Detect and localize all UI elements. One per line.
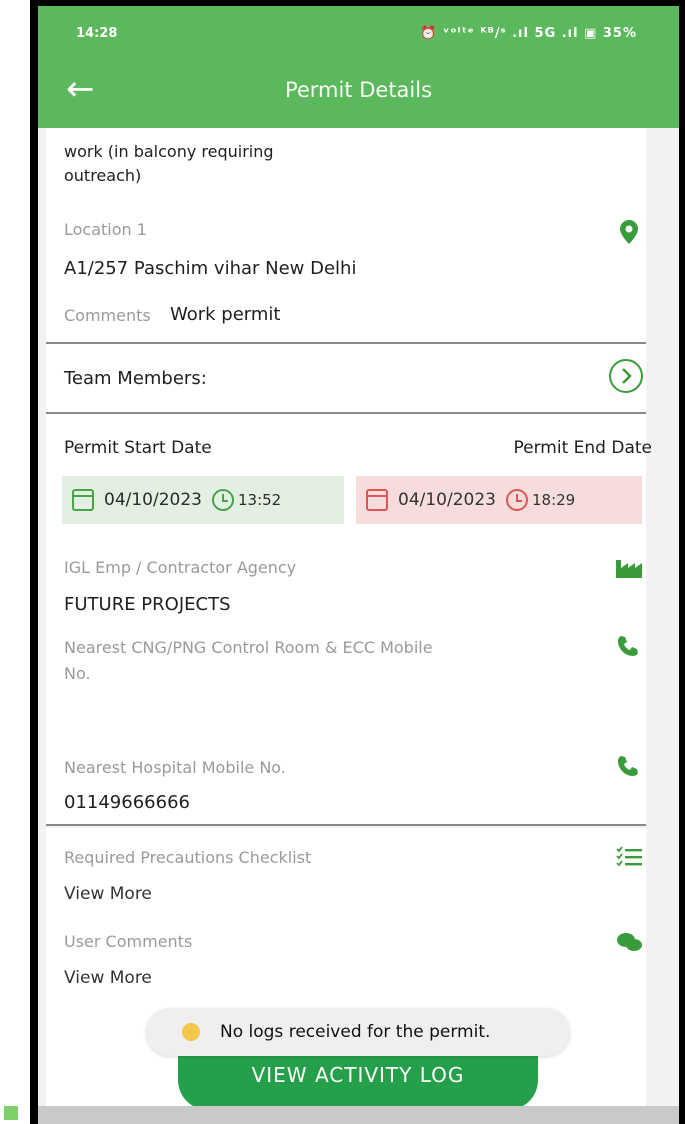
location-value: A1/257 Paschim vihar New Delhi — [64, 258, 357, 279]
phone-screen: 14:28 ⏰ ᵛᵒˡᵗᵉ ᴷᴮ/ˢ .ıl 5G .ıl ▣ 35% ← Pe… — [38, 6, 679, 1124]
phone-icon[interactable] — [616, 754, 640, 782]
permit-info-section: work (in balcony requiring outreach) Loc… — [46, 128, 646, 342]
factory-icon — [616, 558, 642, 582]
corner-mark — [4, 1106, 18, 1120]
app-icon — [182, 1023, 200, 1041]
team-members-label: Team Members: — [64, 368, 207, 389]
phone-icon[interactable] — [616, 634, 640, 662]
control-room-label-line2: No. — [64, 664, 91, 683]
status-bar: 14:28 ⏰ ᵛᵒˡᵗᵉ ᴷᴮ/ˢ .ıl 5G .ıl ▣ 35% — [38, 6, 679, 60]
permit-dates-section: Permit Start Date Permit End Date 04/10/… — [46, 414, 652, 826]
chat-bubbles-icon[interactable] — [616, 932, 642, 956]
hospital-label: Nearest Hospital Mobile No. — [64, 758, 286, 777]
work-description-line2: outreach) — [64, 166, 142, 185]
frame-border-right — [679, 0, 685, 1124]
team-members-row[interactable]: Team Members: — [46, 344, 646, 412]
start-date-value: 04/10/2023 — [104, 490, 202, 510]
end-date-box: 04/10/2023 18:29 — [356, 476, 642, 524]
agency-value: FUTURE PROJECTS — [64, 594, 231, 615]
toast-text: No logs received for the permit. — [220, 1022, 491, 1042]
end-date-value: 04/10/2023 — [398, 490, 496, 510]
user-comments-label: User Comments — [64, 932, 193, 951]
start-date-label: Permit Start Date — [64, 438, 212, 458]
end-time-value: 18:29 — [531, 491, 576, 509]
toast-message: No logs received for the permit. — [146, 1008, 570, 1056]
comments-label: Comments — [64, 306, 151, 325]
status-indicators: ⏰ ᵛᵒˡᵗᵉ ᴷᴮ/ˢ .ıl 5G .ıl ▣ 35% — [420, 26, 637, 41]
chevron-right-circle-icon[interactable] — [608, 358, 644, 398]
precautions-view-more-link[interactable]: View More — [64, 884, 152, 904]
frame-border-left — [30, 0, 38, 1124]
comments-value: Work permit — [170, 304, 281, 325]
agency-label: IGL Emp / Contractor Agency — [64, 558, 297, 577]
start-time-value: 13:52 — [237, 491, 282, 509]
location-label: Location 1 — [64, 220, 147, 239]
end-date-label: Permit End Date — [513, 438, 653, 458]
work-description-line1: work (in balcony requiring — [64, 142, 274, 161]
calendar-icon — [72, 489, 94, 511]
clock-icon — [211, 489, 234, 511]
divider — [46, 824, 646, 826]
outer-margin — [0, 0, 30, 1124]
start-date-box: 04/10/2023 13:52 — [62, 476, 344, 524]
precautions-label: Required Precautions Checklist — [64, 848, 312, 867]
app-bar: ← Permit Details — [38, 64, 679, 124]
control-room-label: Nearest CNG/PNG Control Room & ECC Mobil… — [64, 638, 433, 657]
hospital-value: 01149666666 — [64, 792, 190, 813]
bottom-shade — [38, 1106, 679, 1124]
user-comments-view-more-link[interactable]: View More — [64, 968, 152, 988]
top-bar: 14:28 ⏰ ᵛᵒˡᵗᵉ ᴷᴮ/ˢ .ıl 5G .ıl ▣ 35% ← Pe… — [38, 6, 679, 128]
status-time: 14:28 — [76, 26, 118, 41]
page-title: Permit Details — [284, 78, 433, 102]
clock-icon — [505, 489, 528, 511]
checklist-icon[interactable] — [616, 846, 642, 872]
map-pin-icon[interactable] — [620, 220, 638, 248]
calendar-icon — [366, 489, 388, 511]
